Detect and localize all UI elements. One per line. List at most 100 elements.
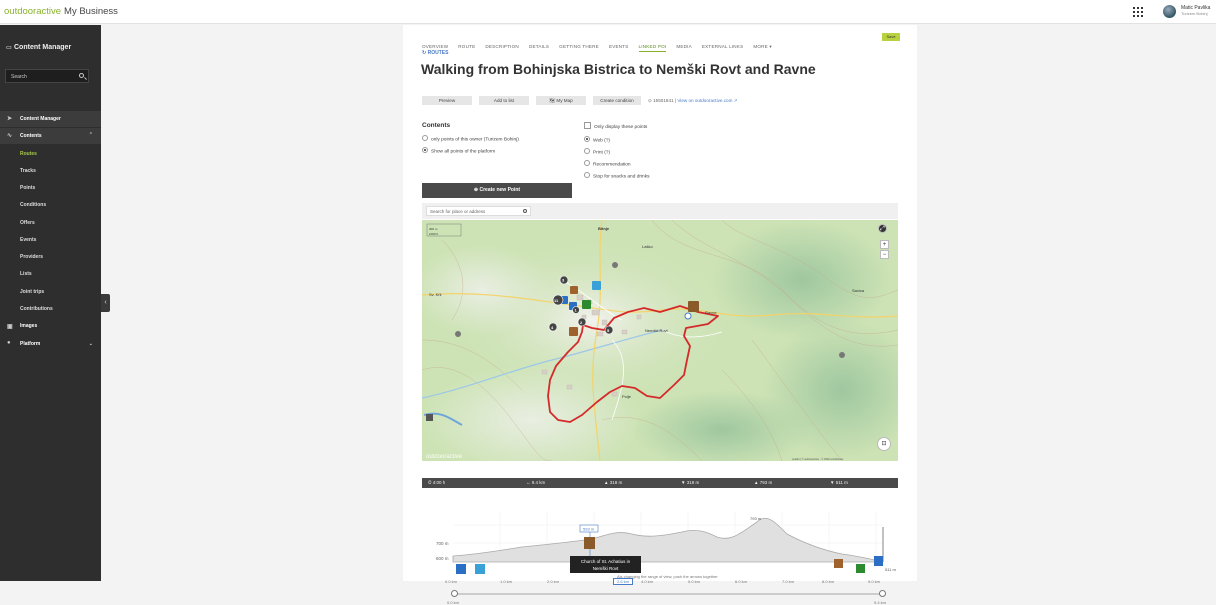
all-points-radio[interactable] <box>422 147 428 153</box>
sidebar-item-points[interactable]: Points <box>20 185 35 191</box>
range-slider[interactable] <box>422 508 898 597</box>
svg-text:300 m: 300 m <box>429 227 438 231</box>
chevron-up-icon: ⌃ <box>88 132 93 138</box>
sidebar-title: ▭ Content Manager <box>6 44 72 51</box>
route-id: ⊙ 15501841 | View on outdooractive.com ↗ <box>648 98 738 103</box>
stat-lowest-point: ▼ 511 m <box>830 480 848 485</box>
owner-points-radio[interactable] <box>422 135 428 141</box>
web-radio[interactable] <box>584 136 590 142</box>
map-layers-icon[interactable]: ⊡ <box>877 437 891 451</box>
sidebar-section-contents[interactable]: ∿ Contents ⌃ <box>0 128 101 144</box>
only-display-checkbox[interactable] <box>584 122 591 129</box>
sidebar-item-joint-trips[interactable]: Joint trips <box>20 289 44 295</box>
user-organization: Turizem Bohinj <box>1181 11 1208 16</box>
route-stats-bar: ⏱ 4:00 h ↔ 9.4 km ▲ 318 m ▼ 318 m ▲ 793 … <box>422 478 898 488</box>
sidebar-item-contributions[interactable]: Contributions <box>20 306 53 312</box>
stat-highest-point: ▲ 793 m <box>754 480 773 485</box>
save-button[interactable]: Save <box>882 33 900 41</box>
tab-getting-there[interactable]: GETTING THERE <box>559 44 599 49</box>
print-radio[interactable] <box>584 148 590 154</box>
page-title: Walking from Bohinjska Bistrica to Nemšk… <box>421 61 816 77</box>
stat-ascent: ▲ 318 m <box>604 480 623 485</box>
platform-icon: ● <box>7 340 11 346</box>
svg-text:Nemški Rovt: Nemški Rovt <box>645 328 669 333</box>
map-search-input[interactable] <box>430 208 515 215</box>
tab-route[interactable]: ROUTE <box>458 44 475 49</box>
action-bar: Preview Add to list 🗺 My Map Create conditi… <box>422 89 738 105</box>
svg-text:Laško: Laško <box>642 244 653 249</box>
search-icon[interactable] <box>523 209 527 213</box>
svg-text:Savica: Savica <box>852 288 865 293</box>
images-icon: ▣ <box>7 324 13 330</box>
view-on-site-link[interactable]: View on outdooractive.com ↗ <box>677 98 737 103</box>
sidebar-item-lists[interactable]: Lists <box>20 271 32 277</box>
logo-brand: outdooractive <box>4 6 62 17</box>
all-points-option[interactable]: Show all points of the platform <box>422 147 495 154</box>
tab-overview[interactable]: OVERVIEW <box>422 44 448 49</box>
apps-grid-icon[interactable] <box>1133 7 1143 17</box>
owner-points-option[interactable]: only points of this owner (Turizem Bohin… <box>422 135 519 142</box>
tab-media[interactable]: MEDIA <box>676 44 692 49</box>
user-menu[interactable]: Matic Pavlika Turizem Bohinj <box>1181 5 1210 17</box>
search-icon[interactable] <box>79 73 84 78</box>
map-search-bar <box>422 203 898 219</box>
svg-text:Sv. Křž: Sv. Křž <box>429 292 442 297</box>
my-map-button[interactable]: 🗺 My Map <box>536 96 586 105</box>
zoom-out-button[interactable]: − <box>880 250 889 259</box>
sidebar-section-content-manager[interactable]: ➤ Content Manager <box>0 111 101 127</box>
tab-external-links[interactable]: EXTERNAL LINKS <box>702 44 743 49</box>
sidebar-item-routes[interactable]: Routes <box>20 151 37 157</box>
svg-text:Ravne: Ravne <box>705 310 717 315</box>
sidebar-item-tracks[interactable]: Tracks <box>20 168 36 174</box>
slider-end-handle[interactable] <box>879 590 886 597</box>
route-icon: ∿ <box>7 133 13 139</box>
stat-descent: ▼ 318 m <box>681 480 700 485</box>
breadcrumb[interactable]: ↻ ROUTES <box>422 50 448 56</box>
sidebar-item-offers[interactable]: Offers <box>20 220 35 226</box>
svg-text:outdooractive: outdooractive <box>426 454 463 460</box>
sidebar-item-conditions[interactable]: Conditions <box>20 202 46 208</box>
slider-start-label: 0.0 km <box>447 600 460 605</box>
sidebar-collapse-button[interactable]: ‹ <box>101 294 110 312</box>
web-option[interactable]: Web (?) <box>584 136 610 143</box>
main-panel: OVERVIEW ROUTE DESCRIPTION DETAILS GETTING T… <box>403 25 917 605</box>
slider-end-label: 9.4 km <box>874 600 887 605</box>
preview-button[interactable]: Preview <box>422 96 472 105</box>
svg-text:Leaflet | © outdooractive · ©: Leaflet | © outdooractive · © OSM contri… <box>792 458 844 461</box>
tab-events[interactable]: EVENTS <box>609 44 629 49</box>
create-new-point-button[interactable]: ⊕ Create new Point <box>422 183 572 198</box>
zoom-in-button[interactable]: + <box>880 240 889 249</box>
tab-description[interactable]: DESCRIPTION <box>485 44 519 49</box>
slider-hint: Als changing the range of view, push the… <box>617 574 718 579</box>
sidebar-search-input[interactable] <box>11 72 71 81</box>
app-logo[interactable]: outdooractive My Business <box>4 6 118 17</box>
sidebar-section-platform[interactable]: ● Platform ⌄ <box>0 337 101 351</box>
chevron-right-icon: ➤ <box>7 116 13 122</box>
top-bar: outdooractive My Business Matic Pavlika T… <box>0 0 1216 24</box>
sidebar-search[interactable] <box>5 69 89 83</box>
tab-more[interactable]: MORE ▾ <box>753 44 772 50</box>
sidebar-section-images[interactable]: ▣ Images <box>0 319 101 333</box>
sidebar-item-providers[interactable]: Providers <box>20 254 43 260</box>
tab-linked-poi[interactable]: LINKED POI <box>638 44 667 52</box>
only-display-option[interactable]: Only display these points <box>584 122 647 130</box>
content-manager-icon: ▭ <box>6 45 12 51</box>
recommendation-radio[interactable] <box>584 160 590 166</box>
fullscreen-icon[interactable]: ⤢ <box>878 224 887 233</box>
sidebar-item-events[interactable]: Events <box>20 237 36 243</box>
map[interactable]: Bitnje Laško Sv. Křž Nemški Rovt Ravne S… <box>422 220 898 461</box>
print-option[interactable]: Print (?) <box>584 148 610 155</box>
map-search[interactable] <box>426 206 531 216</box>
tab-details[interactable]: DETAILS <box>529 44 549 49</box>
slider-start-handle[interactable] <box>451 590 458 597</box>
stop-option[interactable]: Stop for snacks and drinks <box>584 172 650 179</box>
slider-track[interactable] <box>453 593 883 595</box>
logo-product: My Business <box>64 6 118 17</box>
recommendation-option[interactable]: Recommendation <box>584 160 631 167</box>
user-avatar[interactable] <box>1163 5 1176 18</box>
stat-distance: ↔ 9.4 km <box>526 480 546 485</box>
svg-text:Bitnje: Bitnje <box>598 226 610 231</box>
stop-radio[interactable] <box>584 172 590 178</box>
add-to-list-button[interactable]: Add to list <box>479 96 529 105</box>
create-condition-button[interactable]: Create condition <box>593 96 641 105</box>
